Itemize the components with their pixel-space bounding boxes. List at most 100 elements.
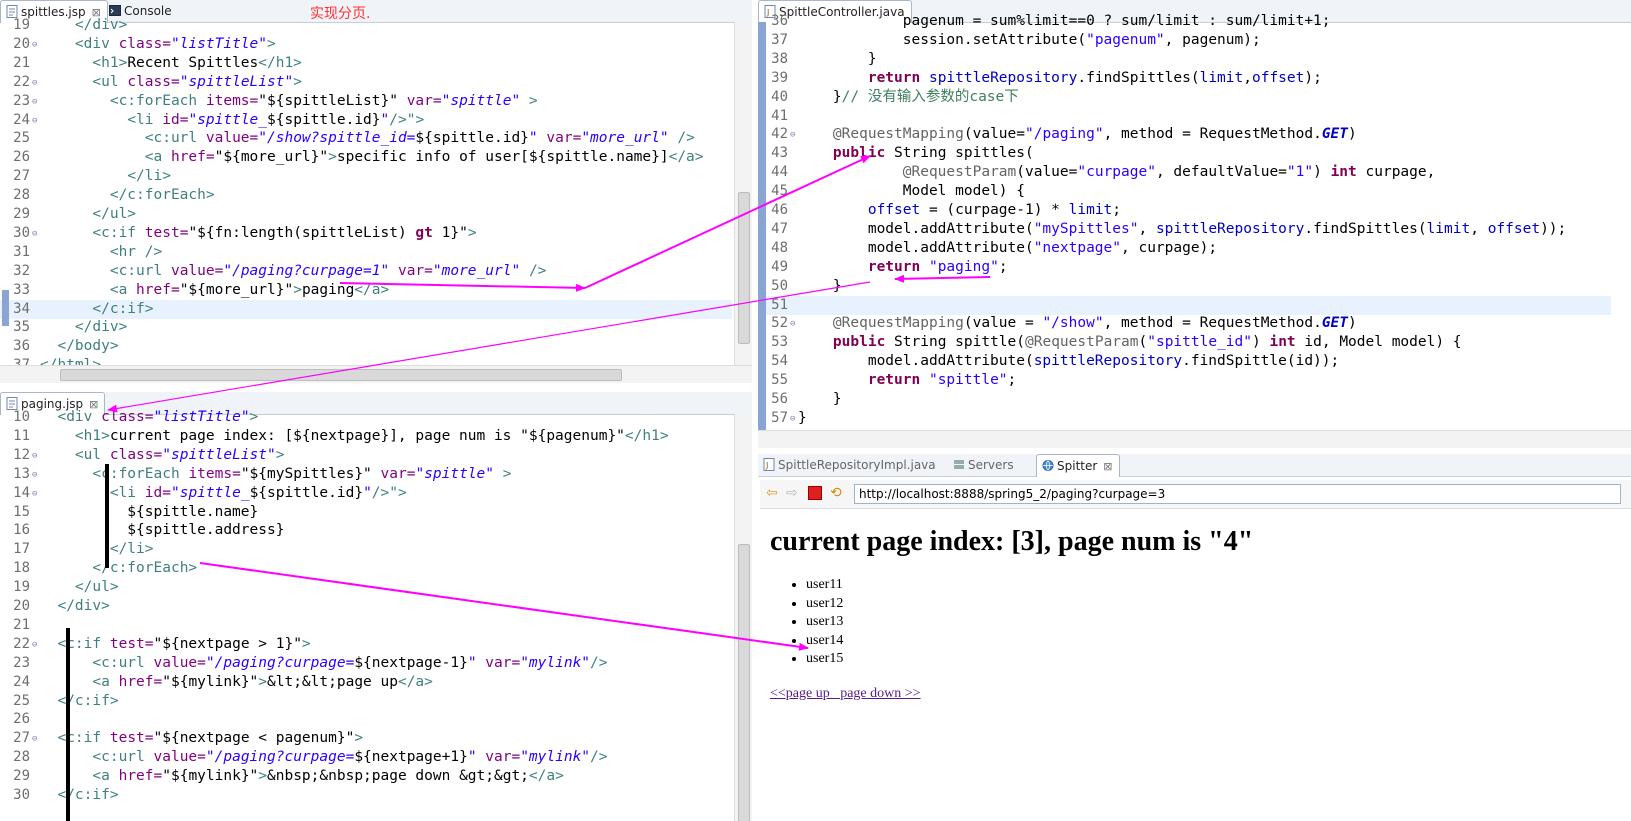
code-area[interactable]: 19 </div> 20 ⊖ <div class="listTitle"> 21 <…	[0, 17, 732, 373]
code-line[interactable]: 32 <c:url value="/paging?curpage=1" var=…	[0, 262, 732, 281]
scope-bar	[66, 628, 70, 821]
code-line[interactable]: 25 <c:url value="/show?spittle_id=${spit…	[0, 129, 732, 148]
code-line[interactable]: 21 <h1>Recent Spittles</h1>	[0, 54, 732, 73]
code-line[interactable]: 21	[0, 616, 732, 635]
code-line[interactable]: 20 </div>	[0, 597, 732, 616]
code-line[interactable]: 27 ⊖ <c:if test="${nextpage < pagenum}">	[0, 729, 732, 748]
code-line[interactable]: 27 </li>	[0, 167, 732, 186]
code-line[interactable]: 40 }// 没有输入参数的case下	[758, 88, 1611, 107]
code-line[interactable]: 47 model.addAttribute("mySpittles", spit…	[758, 220, 1611, 239]
code-line[interactable]: 43 public String spittles(	[758, 144, 1611, 163]
scroll-thumb[interactable]	[60, 369, 622, 381]
code-line[interactable]: 18 </c:forEach>	[0, 559, 732, 578]
code-line[interactable]: 41	[758, 107, 1611, 126]
code-line[interactable]: 16 ${spittle.address}	[0, 521, 732, 540]
code-line[interactable]: 20 ⊖ <div class="listTitle">	[0, 35, 732, 54]
code-line[interactable]: 48 model.addAttribute("nextpage", curpag…	[758, 239, 1611, 258]
code-line[interactable]: 22 ⊖ <ul class="spittleList">	[0, 73, 732, 92]
code-line[interactable]: 25 </c:if>	[0, 692, 732, 711]
code-line[interactable]: 35 </div>	[0, 318, 732, 337]
fold-icon[interactable]: ⊖	[790, 126, 795, 145]
code-line[interactable]: 46 offset = (curpage-1) * limit;	[758, 201, 1611, 220]
code-line[interactable]: 29 <a href="${mylink}">&nbsp;&nbsp;page …	[0, 767, 732, 786]
fold-icon[interactable]: ⊖	[32, 447, 37, 466]
code-line[interactable]: 36 </body>	[0, 337, 732, 356]
fold-icon[interactable]: ⊖	[32, 225, 37, 244]
code-line[interactable]: 14 ⊖ <li id="spittle_${spittle.id}"/>">	[0, 484, 732, 503]
line-number: 32	[13, 262, 30, 279]
code-line[interactable]: 26 <a href="${more_url}">specific info o…	[0, 148, 732, 167]
code-line[interactable]: 39 return spittleRepository.findSpittles…	[758, 69, 1611, 88]
code-line[interactable]: 30 </c:if>	[0, 786, 732, 805]
fold-icon[interactable]: ⊖	[32, 730, 37, 749]
code-line[interactable]: 13 ⊖ <c:forEach items="${mySpittles}" var…	[0, 465, 732, 484]
tab-spittlerepositoryimpl-java[interactable]: J SpittleRepositoryImpl.java	[758, 454, 942, 476]
code-text: <c:url value="/paging?curpage=${nextpage…	[92, 749, 608, 766]
pager-links[interactable]: <<page up page down >>	[770, 686, 921, 702]
code-line[interactable]: 54 model.addAttribute(spittleRepository.…	[758, 352, 1611, 371]
code-line[interactable]: 44 @RequestParam(value="curpage", defaul…	[758, 163, 1611, 182]
code-line[interactable]: 45 Model model) {	[758, 182, 1611, 201]
code-line[interactable]: 23 <c:url value="/paging?curpage=${nextp…	[0, 654, 732, 673]
tab-spitter[interactable]: Spitter ⊠	[1036, 454, 1120, 477]
fold-icon[interactable]: ⊖	[32, 636, 37, 655]
code-line[interactable]: 12 ⊖ <ul class="spittleList">	[0, 446, 732, 465]
code-line[interactable]: 31 <hr />	[0, 243, 732, 262]
code-line[interactable]: 15 ${spittle.name}	[0, 503, 732, 522]
code-line[interactable]: 10 <div class="listTitle">	[0, 408, 732, 427]
tab-servers[interactable]: Servers	[948, 454, 1020, 476]
code-line[interactable]: 33 <a href="${more_url}">paging</a>	[0, 281, 732, 300]
code-line[interactable]: 24 <a href="${mylink}">&lt;&lt;page up</…	[0, 673, 732, 692]
code-line[interactable]: 52 ⊖ @RequestMapping(value = "/show", met…	[758, 314, 1611, 333]
code-area[interactable]: 36 pagenum = sum%limit==0 ? sum/limit : …	[758, 13, 1611, 445]
code-line[interactable]: 24 ⊖ <li id="spittle_${spittle.id}"/>">	[0, 111, 732, 130]
code-line[interactable]: 56 }	[758, 390, 1611, 409]
fold-icon[interactable]: ⊖	[790, 315, 795, 334]
code-line[interactable]: 19 </div>	[0, 16, 732, 35]
code-line[interactable]: 19 </ul>	[0, 578, 732, 597]
line-number: 20	[13, 35, 30, 52]
code-line[interactable]: 34 </c:if>	[0, 299, 732, 319]
url-input[interactable]: http://localhost:8888/spring5_2/paging?c…	[854, 484, 1621, 504]
code-line[interactable]: 11 <h1>current page index: [${nextpage}]…	[0, 427, 732, 446]
fold-icon[interactable]: ⊖	[790, 410, 795, 429]
refresh-icon[interactable]: ⟲	[830, 485, 842, 501]
fold-icon[interactable]: ⊖	[32, 36, 37, 55]
scroll-thumb[interactable]	[738, 544, 750, 821]
horizontal-scrollbar[interactable]	[758, 430, 1631, 448]
code-line[interactable]: 50 }	[758, 277, 1611, 296]
fold-icon[interactable]: ⊖	[32, 93, 37, 112]
stop-icon[interactable]	[808, 486, 822, 500]
line-number: 29	[13, 206, 30, 222]
back-icon[interactable]: ⇦	[766, 485, 778, 501]
code-line[interactable]: 30 ⊖ <c:if test="${fn:length(spittleList)…	[0, 224, 732, 243]
code-line[interactable]: 26	[0, 710, 732, 729]
code-line[interactable]: 36 pagenum = sum%limit==0 ? sum/limit : …	[758, 12, 1611, 31]
change-marker	[2, 290, 9, 326]
code-line[interactable]: 53 public String spittle(@RequestParam("…	[758, 333, 1611, 352]
code-line[interactable]: 49 return "paging";	[758, 258, 1611, 277]
code-line[interactable]: 29 </ul>	[0, 205, 732, 224]
horizontal-scrollbar[interactable]	[0, 365, 752, 383]
fold-icon[interactable]: ⊖	[32, 466, 37, 485]
code-line[interactable]: 17 </li>	[0, 540, 732, 559]
code-line[interactable]: 57 ⊖}	[758, 409, 1611, 428]
fold-icon[interactable]: ⊖	[32, 74, 37, 93]
fold-icon[interactable]: ⊖	[32, 112, 37, 131]
vertical-scrollbar[interactable]	[734, 22, 752, 366]
code-line[interactable]: 28 <c:url value="/paging?curpage=${nextp…	[0, 748, 732, 767]
scroll-thumb[interactable]	[738, 192, 750, 344]
code-line[interactable]: 22 ⊖ <c:if test="${nextpage > 1}">	[0, 635, 732, 654]
forward-icon[interactable]: ⇨	[786, 485, 798, 501]
code-line[interactable]: 55 return "spittle";	[758, 371, 1611, 390]
code-area[interactable]: 10 <div class="listTitle"> 11 <h1>current…	[0, 409, 732, 821]
code-line[interactable]: 51	[758, 295, 1611, 315]
code-line[interactable]: 38 }	[758, 50, 1611, 69]
vertical-scrollbar[interactable]	[734, 414, 752, 821]
code-line[interactable]: 37 session.setAttribute("pagenum", pagen…	[758, 31, 1611, 50]
fold-icon[interactable]: ⊖	[32, 485, 37, 504]
code-line[interactable]: 42 ⊖ @RequestMapping(value="/paging", met…	[758, 125, 1611, 144]
close-icon[interactable]: ⊠	[1103, 460, 1112, 473]
code-line[interactable]: 28 </c:forEach>	[0, 186, 732, 205]
code-line[interactable]: 23 ⊖ <c:forEach items="${spittleList}" va…	[0, 92, 732, 111]
